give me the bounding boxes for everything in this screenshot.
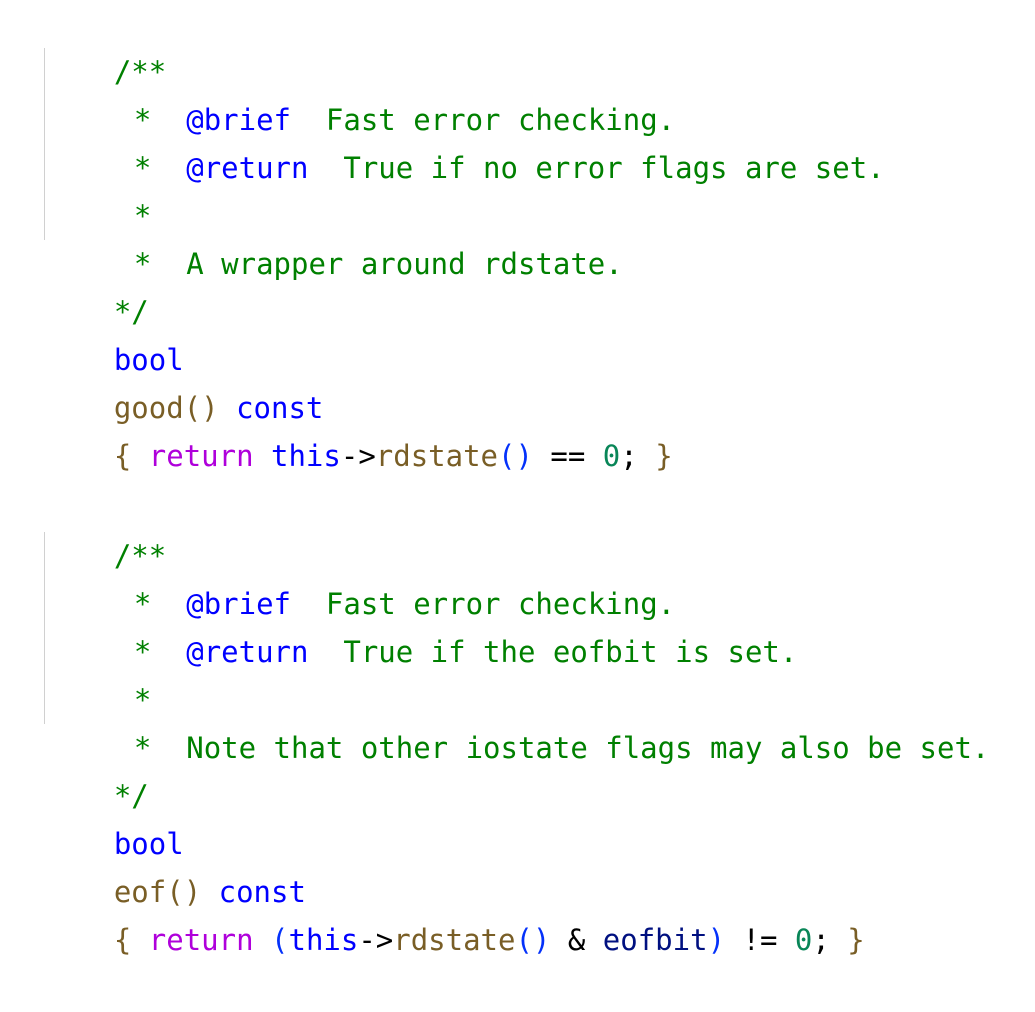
brace-close: } xyxy=(655,439,673,473)
return-keyword: return xyxy=(148,439,254,473)
code-line: * Note that other iostate flags may also… xyxy=(64,676,990,765)
code-line: */ xyxy=(44,240,149,329)
number-literal: 0 xyxy=(602,439,621,473)
arrow-operator: -> xyxy=(340,439,376,473)
code-line: eof() const xyxy=(44,820,306,909)
call-parens: () xyxy=(515,923,551,957)
code-line: */ xyxy=(44,724,149,813)
return-keyword: return xyxy=(148,923,254,957)
code-line: * @return True if no error flags are set… xyxy=(64,96,885,185)
code-line: * @return True if the eofbit is set. xyxy=(64,580,797,669)
method-call: rdstate xyxy=(375,439,498,473)
doc-note-text: A wrapper around rdstate. xyxy=(186,247,623,281)
brace-close: } xyxy=(847,923,865,957)
doc-tag-return: @return xyxy=(186,635,309,669)
number-literal: 0 xyxy=(794,923,813,957)
semicolon: ; xyxy=(812,923,830,957)
paren-close: ) xyxy=(707,923,726,957)
code-line: /** xyxy=(44,0,166,89)
brace-open: { xyxy=(113,439,132,473)
code-line: bool xyxy=(44,288,184,377)
this-keyword: this xyxy=(288,923,359,957)
compare-operator: == xyxy=(550,439,586,473)
semicolon: ; xyxy=(620,439,638,473)
code-line: * xyxy=(64,144,151,233)
call-parens: () xyxy=(498,439,533,473)
code-line: * @brief Fast error checking. xyxy=(64,532,675,621)
code-line: { return (this->rdstate() & eofbit) != 0… xyxy=(44,868,865,957)
code-line: * xyxy=(64,628,151,717)
doc-note-text: Note that other iostate flags may also b… xyxy=(186,731,990,765)
code-line: { return this->rdstate() == 0; } xyxy=(44,384,673,473)
code-line: * @brief Fast error checking. xyxy=(64,48,675,137)
code-line: /** xyxy=(44,484,166,573)
compare-operator: != xyxy=(742,923,778,957)
bitwise-and-operator: & xyxy=(567,923,586,957)
code-line: good() const xyxy=(44,336,324,425)
code-line: bool xyxy=(44,772,184,861)
doc-tag-return: @return xyxy=(186,151,309,185)
code-line: * A wrapper around rdstate. xyxy=(64,192,623,281)
doc-return-text: True if no error flags are set. xyxy=(343,151,885,185)
paren-open: ( xyxy=(271,923,289,957)
brace-open: { xyxy=(113,923,132,957)
arrow-operator: -> xyxy=(358,923,394,957)
doc-return-text: True if the eofbit is set. xyxy=(343,635,798,669)
this-keyword: this xyxy=(271,439,341,473)
eofbit-identifier: eofbit xyxy=(602,923,708,957)
code-editor[interactable]: /** * @brief Fast error checking. * @ret… xyxy=(0,0,1035,957)
method-call: rdstate xyxy=(393,923,516,957)
